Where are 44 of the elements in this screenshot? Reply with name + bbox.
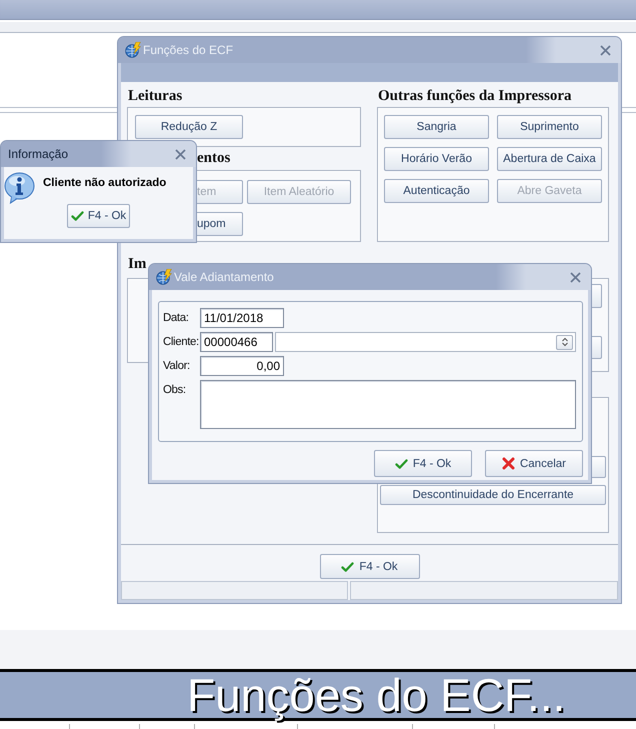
button-edge[interactable] [592, 284, 602, 308]
info-icon [4, 172, 35, 204]
printer-function-button[interactable]: Horário Verão [384, 147, 489, 171]
group-heading: entos [197, 150, 230, 167]
window-title: Vale Adiantamento [174, 270, 274, 284]
ok-button[interactable]: F4 - Ok [67, 204, 130, 228]
globe-icon [156, 269, 172, 285]
check-icon [394, 458, 408, 468]
close-icon[interactable] [600, 44, 611, 56]
ok-button[interactable]: F4 - Ok [320, 554, 420, 579]
group-heading: Im [128, 256, 146, 273]
check-icon [70, 211, 84, 221]
globe-icon [125, 42, 141, 58]
encerrante-button[interactable]: Descontinuidade do Encerrante [380, 485, 606, 505]
button-edge[interactable] [592, 456, 606, 478]
chevrons-icon [560, 337, 568, 347]
field-label: Valor: [163, 359, 190, 374]
printer-function-button[interactable]: Abertura de Caixa [497, 147, 602, 171]
ok-button[interactable]: F4 - Ok [374, 450, 472, 477]
close-icon[interactable] [175, 148, 186, 160]
field-label: Cliente: [163, 335, 199, 350]
dropdown-button[interactable] [556, 334, 573, 350]
close-icon[interactable] [570, 272, 581, 282]
input-field[interactable]: 0,00 [200, 356, 284, 376]
group-heading: Leituras [128, 88, 182, 105]
check-icon [341, 562, 354, 572]
window-title: Informação [8, 147, 68, 161]
field-label: Data: [163, 311, 188, 326]
printer-function-button[interactable]: Autenticação [384, 179, 489, 203]
cross-icon [502, 457, 515, 470]
reading-button[interactable]: Redução Z [135, 115, 243, 139]
memo-field[interactable] [200, 380, 576, 429]
printer-function-button[interactable]: Sangria [384, 115, 489, 139]
message-text: Cliente não autorizado [43, 176, 166, 190]
combo-field[interactable] [275, 332, 576, 352]
button-edge[interactable] [592, 336, 602, 359]
entry-button[interactable]: upom [197, 212, 243, 236]
window-title: Funções do ECF [143, 43, 234, 57]
input-field[interactable]: 11/01/2018 [200, 308, 284, 328]
input-field[interactable]: 00000466 [200, 332, 273, 352]
cancel-button[interactable]: Cancelar [485, 450, 583, 477]
field-label: Obs: [163, 383, 186, 398]
printer-function-button[interactable]: Suprimento [497, 115, 602, 139]
group-heading: Outras funções da Impressora [378, 88, 572, 105]
